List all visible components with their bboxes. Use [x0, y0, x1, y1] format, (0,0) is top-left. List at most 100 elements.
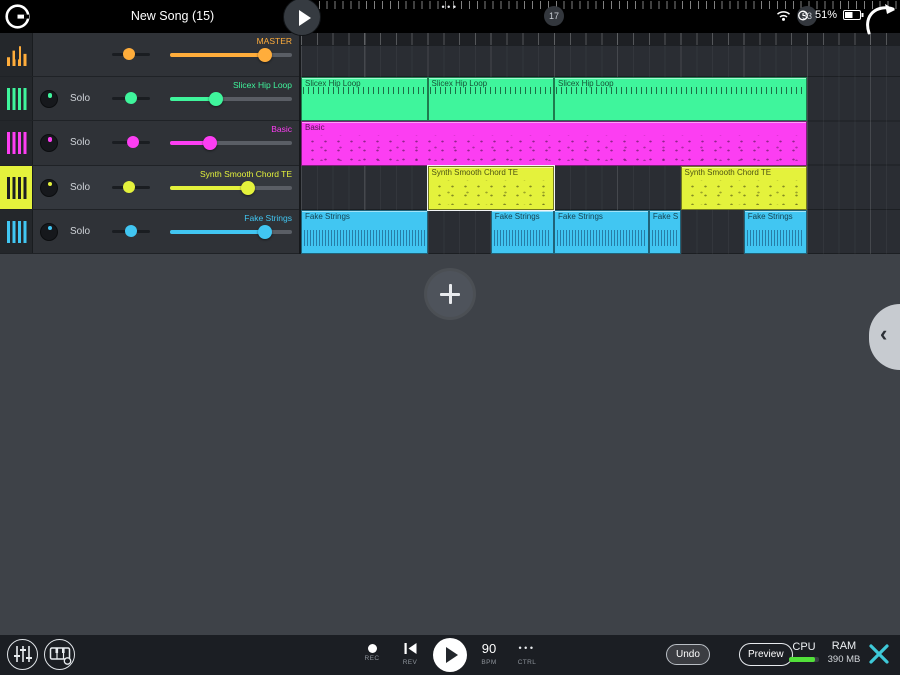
solo-button[interactable]: Solo: [70, 182, 90, 193]
ctrl-label: CTRL: [517, 659, 537, 666]
mixer-faders-icon: [13, 646, 32, 662]
pattern-clip[interactable]: Slicex Hip Loop: [427, 77, 554, 122]
pan-handle[interactable]: [123, 48, 136, 60]
track-row[interactable]: Solo Fake Strings: [0, 209, 299, 254]
volume-slider[interactable]: [170, 180, 292, 195]
icon-glyph: [7, 220, 27, 243]
clip-label: Slicex Hip Loop: [305, 79, 361, 89]
fl-studio-mobile-app: New Song (15) ••• 17 33 51%: [0, 0, 900, 675]
track-name: MASTER: [256, 36, 292, 46]
pattern-clip[interactable]: Fake Strings: [554, 209, 649, 254]
skip-to-start-icon: [398, 640, 422, 657]
knob-indicator: [47, 225, 52, 231]
knob-indicator: [47, 181, 52, 187]
ram-value: 390 MB: [827, 654, 861, 665]
pan-handle[interactable]: [123, 180, 136, 193]
pattern-clip[interactable]: Basic: [301, 121, 807, 166]
clip-label: Fake Strings: [558, 211, 603, 221]
track-knob[interactable]: [40, 134, 58, 153]
rewind-button[interactable]: REV: [398, 640, 422, 666]
solo-button[interactable]: Solo: [70, 226, 90, 237]
pattern-clip[interactable]: Fake S...: [648, 209, 681, 254]
pattern-play-button[interactable]: [283, 0, 321, 36]
ctrl-button[interactable]: ••• CTRL: [511, 640, 543, 666]
track-row[interactable]: Solo Slicex Hip Loop: [0, 77, 299, 122]
pan-handle[interactable]: [125, 92, 137, 105]
volume-handle[interactable]: [203, 136, 218, 151]
track-name: Synth Smooth Chord TE: [200, 168, 292, 179]
piano-roll-icon[interactable]: [0, 121, 33, 165]
track-row[interactable]: Solo Synth Smooth Chord TE: [0, 165, 299, 210]
preview-button[interactable]: Preview: [739, 643, 793, 666]
add-track-button[interactable]: [427, 271, 473, 317]
bpm-control[interactable]: 90 BPM: [476, 640, 502, 666]
pattern-clip[interactable]: Fake Strings: [301, 209, 428, 254]
record-label: REC: [364, 655, 380, 662]
cpu-bar: [789, 657, 819, 662]
song-title[interactable]: New Song (15): [90, 0, 255, 33]
pattern-clip[interactable]: Fake Strings: [743, 209, 807, 254]
pan-slider[interactable]: [112, 48, 150, 60]
side-panel-handle[interactable]: ‹: [869, 304, 900, 370]
track-knob[interactable]: [40, 178, 58, 197]
bpm-label: BPM: [481, 659, 497, 666]
pan-slider[interactable]: [112, 180, 150, 193]
clip-label: Synth Smooth Chord TE: [431, 167, 519, 177]
track-list: MASTER Solo Slicex Hip Loop Solo Basic Solo Sy…: [0, 33, 301, 254]
bpm-value: 90: [481, 641, 497, 656]
track-name: Slicex Hip Loop: [232, 80, 292, 91]
track-row[interactable]: MASTER: [0, 33, 299, 78]
close-button[interactable]: [864, 640, 894, 670]
volume-handle[interactable]: [258, 48, 273, 62]
fl-studio-logo-icon[interactable]: [4, 3, 31, 30]
close-x-icon: [869, 643, 889, 664]
volume-slider[interactable]: [170, 92, 292, 107]
pan-handle[interactable]: [125, 224, 137, 237]
mixer-button[interactable]: [7, 639, 38, 670]
pan-handle[interactable]: [126, 136, 139, 149]
pattern-clip[interactable]: Fake Strings: [490, 209, 554, 254]
piano-roll-icon[interactable]: [0, 77, 33, 121]
track-knob[interactable]: [40, 222, 58, 241]
volume-slider[interactable]: [170, 136, 292, 151]
record-dot-icon: [367, 644, 377, 653]
solo-button[interactable]: Solo: [70, 137, 90, 148]
clip-label: Fake Strings: [305, 211, 350, 221]
pattern-clip[interactable]: Synth Smooth Chord TE: [426, 164, 555, 211]
track-row[interactable]: Solo Basic: [0, 121, 299, 166]
icon-glyph: [7, 176, 27, 199]
track-name: Fake Strings: [244, 212, 292, 223]
undo-button[interactable]: Undo: [666, 644, 710, 665]
pan-slider[interactable]: [112, 136, 150, 149]
volume-slider[interactable]: [170, 48, 292, 62]
piano-roll-icon[interactable]: [0, 209, 33, 253]
level-meter-icon[interactable]: [0, 33, 33, 77]
record-button[interactable]: REC: [360, 640, 384, 662]
pan-slider[interactable]: [112, 224, 150, 237]
volume-handle[interactable]: [241, 180, 256, 195]
ctrl-dots-icon: •••: [518, 643, 536, 653]
clips-layer: Slicex Hip Loop Slicex Hip Loop Slicex Hip…: [301, 33, 900, 254]
clip-label: Basic: [305, 123, 325, 133]
volume-fill: [170, 185, 249, 190]
volume-slider[interactable]: [170, 224, 292, 239]
pattern-clip[interactable]: Synth Smooth Chord TE: [680, 165, 807, 210]
pan-slider[interactable]: [112, 92, 150, 105]
volume-handle[interactable]: [209, 92, 224, 107]
cpu-bar-fill: [789, 657, 815, 662]
pattern-clip[interactable]: Slicex Hip Loop: [554, 77, 807, 122]
clip-label: Fake Strings: [747, 211, 793, 221]
clip-label: Synth Smooth Chord TE: [684, 167, 772, 177]
piano-roll-icon[interactable]: [0, 165, 33, 209]
volume-handle[interactable]: [258, 224, 273, 239]
icon-glyph: [7, 88, 27, 111]
clip-label: Slicex Hip Loop: [431, 79, 488, 89]
pattern-clip[interactable]: Slicex Hip Loop: [301, 77, 428, 122]
solo-button[interactable]: Solo: [70, 93, 90, 104]
playlist-grid[interactable]: Slicex Hip Loop Slicex Hip Loop Slicex Hip…: [301, 33, 900, 254]
instruments-button[interactable]: [44, 639, 75, 670]
track-knob[interactable]: [40, 90, 58, 109]
transport-play-button[interactable]: [433, 638, 467, 672]
swipe-gesture-arrow-icon: [866, 4, 895, 35]
ram-label: RAM: [831, 640, 857, 652]
